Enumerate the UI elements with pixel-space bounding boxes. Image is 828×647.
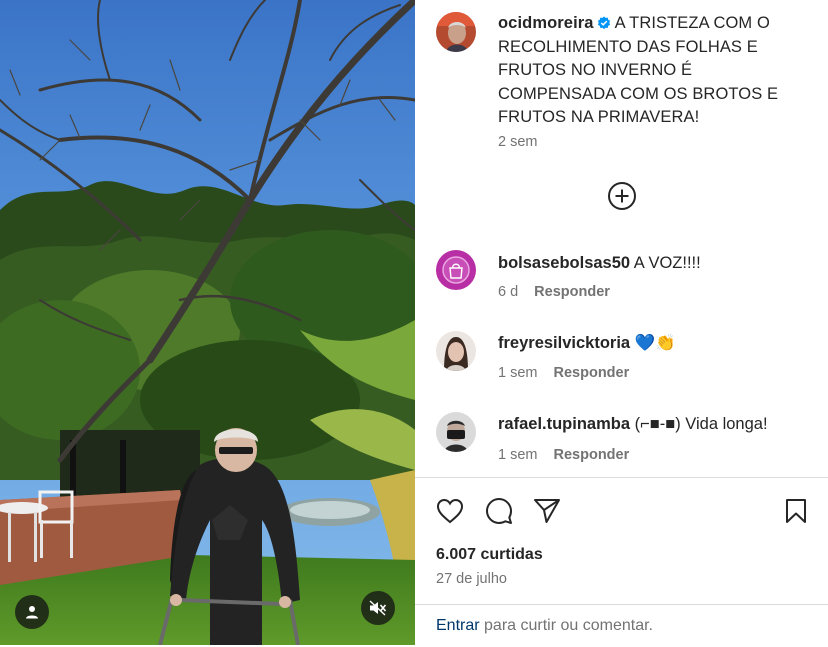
reply-button[interactable]: Responder bbox=[554, 365, 630, 381]
speech-bubble-icon bbox=[486, 498, 512, 524]
mute-button[interactable] bbox=[361, 591, 395, 625]
comment-avatar[interactable] bbox=[436, 331, 476, 371]
login-prompt: Entrar para curtir ou comentar. bbox=[436, 617, 653, 635]
speaker-muted-icon bbox=[369, 600, 387, 616]
comment-meta: 1 sem Responder bbox=[498, 447, 629, 463]
divider bbox=[415, 604, 828, 605]
verified-badge-icon bbox=[597, 16, 610, 30]
heart-icon bbox=[436, 498, 464, 524]
author-avatar-image bbox=[436, 12, 476, 52]
comment-time: 6 d bbox=[498, 284, 519, 300]
author-avatar[interactable] bbox=[436, 12, 476, 52]
post-media[interactable] bbox=[0, 0, 415, 645]
comment-item: rafael.tupinamba (⌐■-■) Vida longa! bbox=[498, 414, 768, 434]
save-button[interactable] bbox=[779, 494, 813, 528]
reply-button[interactable]: Responder bbox=[554, 447, 630, 463]
login-prompt-text: para curtir ou comentar. bbox=[479, 617, 653, 634]
comment-text: (⌐■-■) Vida longa! bbox=[634, 415, 768, 433]
comment-username[interactable]: freyresilvicktoria bbox=[498, 334, 630, 352]
person-icon bbox=[26, 606, 38, 619]
comment-button[interactable] bbox=[482, 494, 516, 528]
comment-username[interactable]: rafael.tupinamba bbox=[498, 415, 630, 433]
login-link[interactable]: Entrar bbox=[436, 617, 480, 634]
post-date[interactable]: 27 de julho bbox=[436, 571, 507, 587]
like-button[interactable] bbox=[433, 494, 467, 528]
comment-username[interactable]: bolsasebolsas50 bbox=[498, 254, 630, 272]
comment-avatar[interactable] bbox=[436, 250, 476, 290]
comment-text: 💙👏 bbox=[634, 334, 676, 352]
load-more-comments-button[interactable] bbox=[607, 181, 637, 216]
post-time: 2 sem bbox=[498, 134, 538, 150]
comment-meta: 1 sem Responder bbox=[498, 365, 629, 381]
reply-button[interactable]: Responder bbox=[534, 284, 610, 300]
share-button[interactable] bbox=[530, 494, 564, 528]
post-details-panel: ocidmoreira A TRISTEZA COM O RECOLHIMENT… bbox=[415, 0, 828, 647]
comment-avatar-image bbox=[436, 250, 476, 290]
paper-plane-icon bbox=[534, 499, 560, 523]
comment-time: 1 sem bbox=[498, 365, 538, 381]
comment-avatar-image bbox=[436, 331, 476, 371]
comment-time: 1 sem bbox=[498, 447, 538, 463]
likes-count[interactable]: 6.007 curtidas bbox=[436, 546, 543, 564]
author-username[interactable]: ocidmoreira bbox=[498, 14, 594, 32]
divider bbox=[415, 477, 828, 478]
user-tag-button[interactable] bbox=[15, 595, 49, 629]
plus-circle-icon bbox=[608, 182, 636, 210]
comment-meta: 6 d Responder bbox=[498, 284, 610, 300]
comment-item: bolsasebolsas50 A VOZ!!!! bbox=[498, 253, 701, 273]
comment-avatar-image bbox=[436, 412, 476, 452]
post-photo bbox=[0, 0, 415, 645]
comment-item: freyresilvicktoria 💙👏 bbox=[498, 333, 676, 353]
comment-avatar[interactable] bbox=[436, 412, 476, 452]
instagram-post-view: ocidmoreira A TRISTEZA COM O RECOLHIMENT… bbox=[0, 0, 828, 647]
bookmark-icon bbox=[786, 499, 806, 523]
post-caption: ocidmoreira A TRISTEZA COM O RECOLHIMENT… bbox=[498, 12, 808, 130]
comment-text: A VOZ!!!! bbox=[633, 254, 701, 272]
post-time-text: 2 sem bbox=[498, 134, 538, 150]
